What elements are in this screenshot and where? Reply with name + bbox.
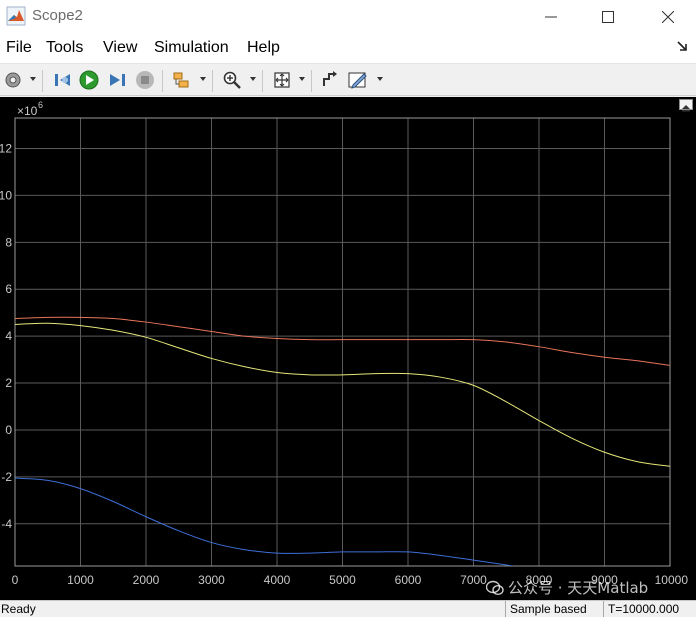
menu-bar: File Tools View Simulation Help <box>0 33 696 63</box>
watermark-text: 公众号 · 天天Matlab <box>508 579 649 597</box>
y-tick-label: 6 <box>5 282 12 296</box>
x-tick-label: 7000 <box>460 573 487 587</box>
highlight-block-button[interactable] <box>319 69 341 91</box>
close-icon <box>662 10 674 23</box>
autoscale-icon <box>274 72 290 88</box>
x-tick-label: 0 <box>12 573 19 587</box>
tick-labels: 0 1000 2000 3000 4000 5000 6000 7000 8000 9000 100… <box>0 141 688 587</box>
step-forward-button[interactable] <box>106 69 128 91</box>
window-title: Scope2 <box>32 7 83 24</box>
status-state: Ready <box>1 602 36 616</box>
minimize-icon <box>545 16 557 17</box>
step-back-icon <box>55 74 70 86</box>
stop-button[interactable] <box>134 69 156 91</box>
menu-tools[interactable]: Tools <box>46 39 83 57</box>
toolbar-separator <box>42 70 43 92</box>
y-tick-label: 2 <box>5 376 12 390</box>
settings-button[interactable] <box>2 69 24 91</box>
scope-plot-area: 0 1000 2000 3000 4000 5000 6000 7000 8000 9000 100… <box>0 97 696 600</box>
x-tick-label: 2000 <box>133 573 160 587</box>
dock-arrow-icon[interactable] <box>676 40 690 54</box>
status-sample-mode: Sample based <box>505 601 601 617</box>
watermark: 公众号 · 天天Matlab <box>486 577 648 598</box>
autoscale-button[interactable] <box>271 69 293 91</box>
maximize-button[interactable] <box>580 0 636 33</box>
y-tick-label: 0 <box>5 423 12 437</box>
toolbar-separator <box>212 70 213 92</box>
x-tick-label: 1000 <box>67 573 94 587</box>
x-tick-label: 4000 <box>264 573 291 587</box>
toolbar-separator <box>311 70 312 92</box>
signal-line-3 <box>15 477 513 566</box>
settings-dropdown-icon[interactable] <box>30 77 36 81</box>
y-tick-label: 10 <box>0 188 12 202</box>
menu-simulation[interactable]: Simulation <box>154 39 229 57</box>
style-edit-button[interactable] <box>347 69 369 91</box>
settings-gear-icon <box>5 72 21 88</box>
minimize-button[interactable] <box>523 0 579 33</box>
x-tick-label: 10000 <box>655 573 689 587</box>
exponent-base-label: ×10 <box>17 104 38 118</box>
signal-trigger-icon <box>173 72 189 88</box>
y-tick-label: 12 <box>0 141 12 155</box>
menu-view[interactable]: View <box>103 39 137 57</box>
run-icon <box>79 70 99 90</box>
run-button[interactable] <box>78 69 100 91</box>
x-tick-label: 6000 <box>395 573 422 587</box>
status-bar: Ready Sample based T=10000.000 <box>0 600 696 617</box>
close-button[interactable] <box>640 0 696 33</box>
x-tick-label: 5000 <box>329 573 356 587</box>
toolbar-separator <box>162 70 163 92</box>
menu-file[interactable]: File <box>6 39 32 57</box>
expand-axes-button[interactable] <box>679 99 693 112</box>
y-tick-label: 4 <box>5 329 12 343</box>
style-edit-icon <box>348 72 367 89</box>
title-bar: Scope2 <box>0 0 696 33</box>
toolbar <box>0 63 696 96</box>
x-tick-label: 3000 <box>198 573 225 587</box>
stop-icon <box>136 71 154 89</box>
style-dropdown-icon[interactable] <box>377 77 383 81</box>
autoscale-dropdown-icon[interactable] <box>299 77 305 81</box>
zoom-button[interactable] <box>221 69 243 91</box>
y-tick-label: -4 <box>1 517 12 531</box>
expand-icon <box>682 105 690 112</box>
y-tick-label: 8 <box>5 235 12 249</box>
matlab-logo-icon <box>6 6 26 26</box>
highlight-block-icon <box>323 71 337 86</box>
exponent-power-label: 6 <box>38 100 43 110</box>
step-forward-icon <box>110 74 125 86</box>
trigger-dropdown-icon[interactable] <box>200 77 206 81</box>
y-tick-label: -2 <box>1 470 12 484</box>
zoom-icon <box>223 71 241 89</box>
status-sim-time: T=10000.000 <box>603 601 696 617</box>
signal-trigger-button[interactable] <box>170 69 192 91</box>
wechat-logo-icon <box>486 580 504 596</box>
toolbar-separator <box>262 70 263 92</box>
grid-lines <box>15 118 670 566</box>
scope-axes[interactable]: 0 1000 2000 3000 4000 5000 6000 7000 8000 9000 100… <box>0 97 696 600</box>
zoom-dropdown-icon[interactable] <box>250 77 256 81</box>
menu-help[interactable]: Help <box>247 39 280 57</box>
step-back-button[interactable] <box>52 69 74 91</box>
maximize-icon <box>602 10 614 23</box>
